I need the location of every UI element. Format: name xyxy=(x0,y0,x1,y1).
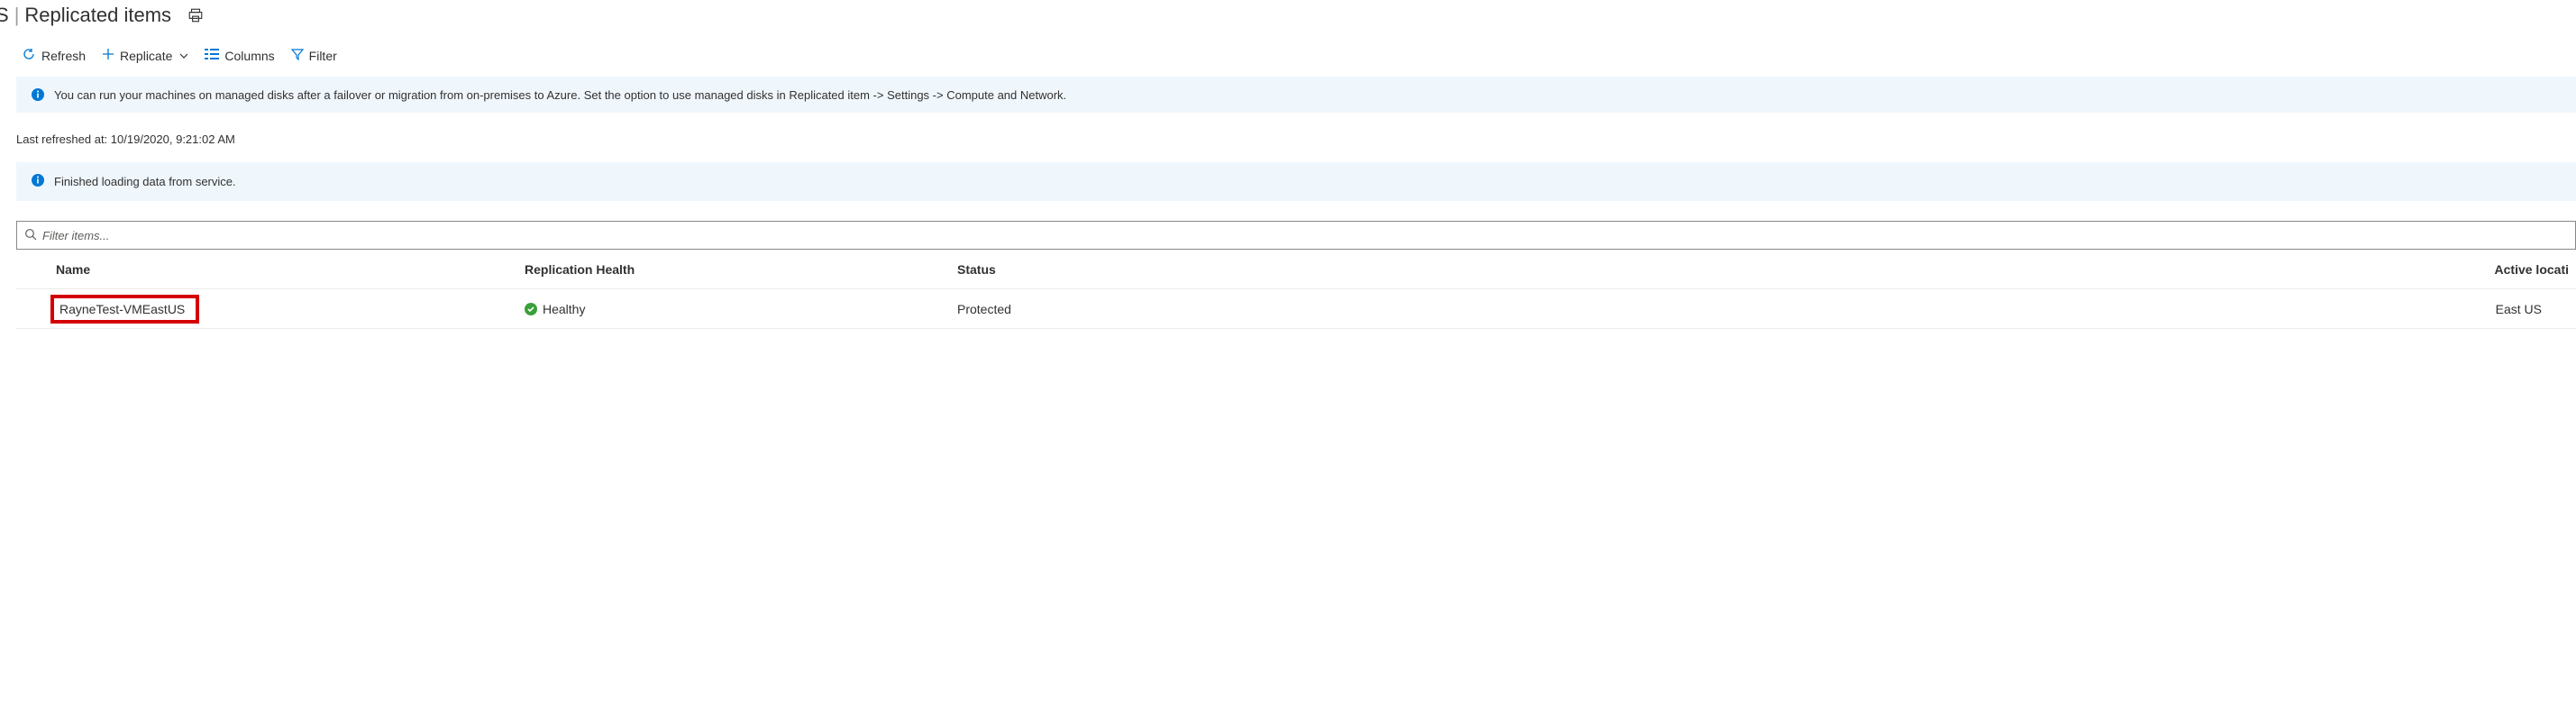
table-header: Name Replication Health Status Active lo… xyxy=(16,250,2576,289)
info-text: You can run your machines on managed dis… xyxy=(54,88,1066,102)
col-name[interactable]: Name xyxy=(56,262,525,277)
health-value: Healthy xyxy=(543,302,585,316)
last-refreshed: Last refreshed at: 10/19/2020, 9:21:02 A… xyxy=(0,113,2576,162)
columns-label: Columns xyxy=(224,49,274,63)
col-location[interactable]: Active locati xyxy=(1363,262,2569,277)
info-icon xyxy=(31,87,45,102)
status-value: Protected xyxy=(957,302,1363,316)
info-icon xyxy=(31,173,45,190)
item-name-link[interactable]: RayneTest-VMEastUS xyxy=(50,295,199,324)
status-banner: Finished loading data from service. xyxy=(16,162,2576,201)
success-icon xyxy=(525,303,537,315)
page-title: Replicated items xyxy=(24,4,171,27)
filter-label: Filter xyxy=(309,49,337,63)
title-divider: | xyxy=(14,4,20,27)
columns-button[interactable]: Columns xyxy=(205,48,274,63)
table-row[interactable]: RayneTest-VMEastUS Healthy Protected Eas… xyxy=(16,289,2576,329)
col-status[interactable]: Status xyxy=(957,262,1363,277)
columns-icon xyxy=(205,48,219,63)
status-text: Finished loading data from service. xyxy=(54,175,236,188)
info-banner: You can run your machines on managed dis… xyxy=(16,77,2576,113)
filter-button[interactable]: Filter xyxy=(291,48,337,63)
plus-icon xyxy=(102,48,114,63)
filter-input[interactable] xyxy=(42,229,2568,242)
replicate-label: Replicate xyxy=(120,49,172,63)
breadcrumb-context: stUS xyxy=(0,4,9,27)
filter-icon xyxy=(291,48,304,63)
search-icon xyxy=(24,228,37,243)
filter-items-field[interactable] xyxy=(16,221,2576,250)
chevron-down-icon xyxy=(179,49,188,63)
col-health[interactable]: Replication Health xyxy=(525,262,957,277)
refresh-label: Refresh xyxy=(41,49,86,63)
refresh-icon xyxy=(22,47,36,64)
replicate-button[interactable]: Replicate xyxy=(102,48,188,63)
refresh-button[interactable]: Refresh xyxy=(22,47,86,64)
location-value: East US xyxy=(1363,302,2569,316)
print-icon[interactable] xyxy=(187,7,204,23)
